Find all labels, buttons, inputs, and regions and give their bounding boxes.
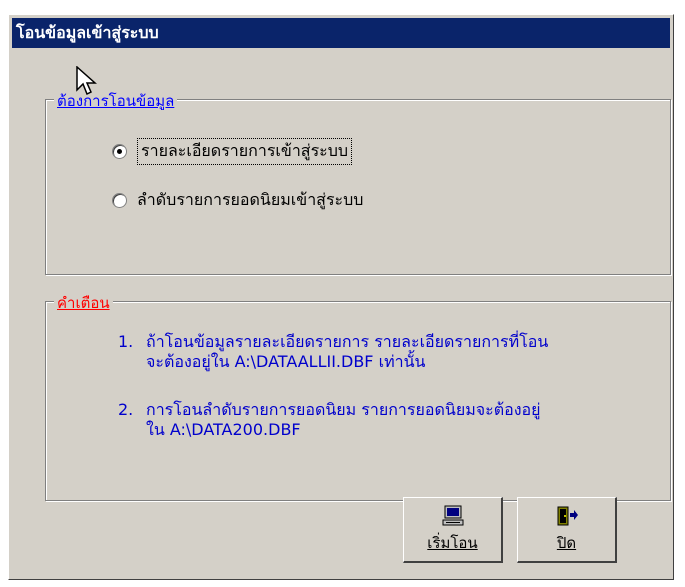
transfer-options-group-label: ต้องการโอนข้อมูล xyxy=(54,89,178,113)
close-button[interactable]: ปิด xyxy=(517,497,617,563)
warning-note-1: 1. ถ้าโอนข้อมูลรายละเอียดรายการ รายละเอีย… xyxy=(118,332,658,372)
option-popular-label[interactable]: ลำดับรายการยอดนิยมเข้าสู่ระบบ xyxy=(137,188,363,213)
window-title: โอนข้อมูลเข้าสู่ระบบ xyxy=(12,18,670,48)
warning-note-1-number: 1. xyxy=(118,332,134,351)
option-popular-radio-row[interactable]: ลำดับรายการยอดนิยมเข้าสู่ระบบ xyxy=(112,188,363,213)
warning-note-2: 2. การโอนลำดับรายการยอดนิยม รายการยอดนิยม… xyxy=(118,400,658,440)
start-transfer-button[interactable]: เริ่มโอน xyxy=(403,497,503,563)
warning-group: คำเตือน 1. ถ้าโอนข้อมูลรายละเอียดรายการ ร… xyxy=(45,291,671,501)
option-details-radio[interactable] xyxy=(112,144,127,159)
transfer-dialog: โอนข้อมูลเข้าสู่ระบบ ต้องการโอนข้อมูล รา… xyxy=(8,14,674,580)
exit-door-icon xyxy=(557,506,578,525)
start-transfer-label[interactable]: เริ่มโอน xyxy=(427,531,477,555)
option-popular-radio[interactable] xyxy=(112,193,127,208)
warning-note-1-line1: ถ้าโอนข้อมูลรายละเอียดรายการ รายละเอียดร… xyxy=(146,332,549,351)
option-details-label[interactable]: รายละเอียดรายการเข้าสู่ระบบ xyxy=(137,138,353,165)
computer-icon xyxy=(442,505,463,525)
close-label[interactable]: ปิด xyxy=(557,531,576,555)
transfer-options-group: ต้องการโอนข้อมูล รายละเอียดรายการเข้าสู่… xyxy=(45,89,671,275)
warning-note-1-line2: จะต้องอยู่ใน A:\DATAALLII.DBF เท่านั้น xyxy=(146,352,426,371)
warning-note-2-line2: ใน A:\DATA200.DBF xyxy=(146,420,301,439)
option-details-radio-row[interactable]: รายละเอียดรายการเข้าสู่ระบบ xyxy=(112,138,353,165)
warning-note-2-number: 2. xyxy=(118,400,134,419)
warning-group-label: คำเตือน xyxy=(54,291,113,315)
warning-note-2-line1: การโอนลำดับรายการยอดนิยม รายการยอดนิยมจะ… xyxy=(146,400,541,419)
mouse-cursor-icon xyxy=(76,66,97,96)
